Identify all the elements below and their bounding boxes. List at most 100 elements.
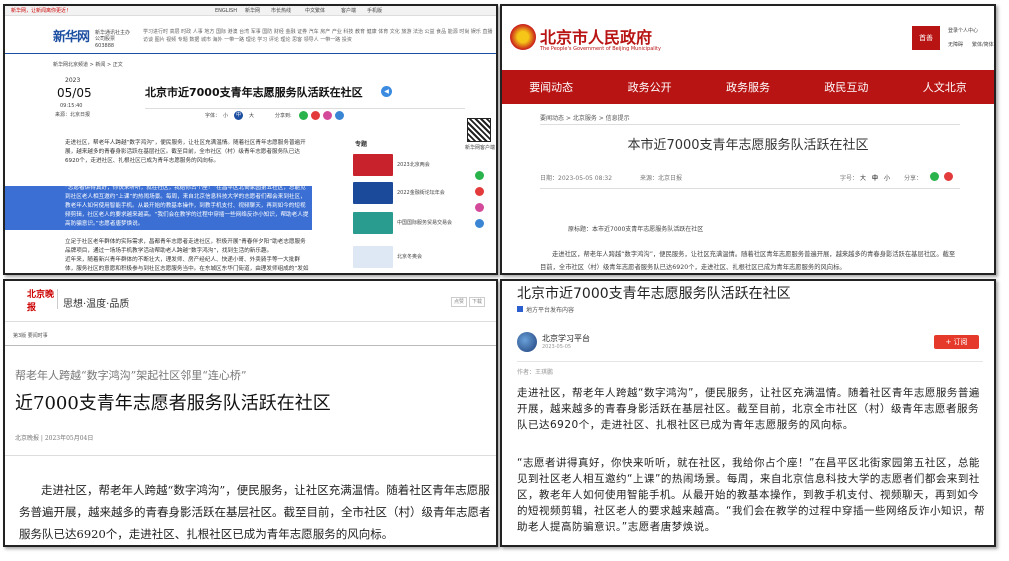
subscribe-button[interactable]: + 订阅 [934, 335, 979, 349]
meta-divider [5, 455, 496, 456]
meta-date: 日期：2023-05-05 08:32 [540, 175, 613, 182]
font-size-medium[interactable]: 中 [234, 111, 243, 120]
article-title: 北京市近7000支青年志愿服务队活跃在社区 [517, 286, 791, 302]
publish-date: 2023-05-05 [542, 344, 572, 350]
editor: 作者：王琪鹏 [517, 369, 554, 376]
top-link-mobile[interactable]: 手机版 [367, 8, 382, 14]
site-en: The People's Government of Beijing Munic… [540, 46, 661, 52]
article-paragraph: 走进社区，帮老年人跨越“数字鸿沟”，便民服务，让社区充满温情。随着社区青年志愿服… [19, 483, 491, 541]
side-thumb-2[interactable] [353, 182, 393, 204]
font-medium[interactable]: 中 [872, 173, 878, 182]
special-topics-label: 专题 [355, 141, 368, 148]
meta-divider [540, 188, 960, 189]
nav-culture[interactable]: 人文北京 [923, 79, 967, 95]
top-link-xinhua[interactable]: 新华网 [245, 8, 260, 14]
breadcrumb[interactable]: 新华网北京频道 > 新闻 > 正文 [53, 62, 123, 68]
side-weibo-icon[interactable] [475, 187, 484, 196]
top-bar: 新华网，让新闻离你更近！ ENGLISH 新华网 市长热线 中文繁体 客户端 手… [5, 6, 496, 16]
qr-code-icon [467, 118, 491, 142]
nav-open[interactable]: 政务公开 [628, 79, 672, 95]
share-label: 分享： [904, 175, 923, 182]
paragraph-2: “志愿者讲得真好，你快来听听，就在社区，我给你占个座！”在昌平区北街家园第五社区… [65, 185, 309, 227]
xuexi-panel: 北京市近7000支青年志愿服务队活跃在社区 地方平台发布内容 北京学习平台 20… [500, 279, 996, 547]
author-divider [517, 361, 983, 362]
font-size-large[interactable]: 大 [249, 113, 254, 119]
gov-nav: 要闻动态 政务公开 政务服务 政民互动 人文北京 [502, 70, 994, 104]
traditional-link[interactable]: 繁体/简体 [972, 42, 994, 48]
top-link-hotline[interactable]: 市长热线 [271, 8, 291, 14]
logo-text: 新华网 [53, 30, 90, 45]
nav-news[interactable]: 要闻动态 [529, 79, 573, 95]
side-wechat-icon[interactable] [475, 171, 484, 180]
subtitle: 帮老年人跨越“数字鸿沟”架起社区邻里“连心桥” [15, 369, 247, 382]
capital-seal-icon: 首善 [912, 26, 940, 50]
font-size-small[interactable]: 小 [223, 113, 228, 119]
divider [540, 124, 960, 125]
login-link[interactable]: 登录个人中心 [948, 28, 978, 34]
share-icon[interactable] [323, 111, 332, 120]
font-size-label: 字体： [205, 113, 221, 119]
weibo-icon[interactable] [944, 172, 953, 181]
share-label: 分享到: [275, 113, 292, 119]
section-label: 第3版 要闻时事 [13, 333, 48, 339]
accessibility-link[interactable]: 无障碍 [948, 42, 963, 48]
font-large[interactable]: 大 [860, 173, 866, 182]
top-link-english[interactable]: ENGLISH [215, 8, 237, 14]
evening-news-panel: 北京晚报 思想·温度·品质 点赞 下载 第3版 要闻时事 帮老年人跨越“数字鸿沟… [3, 279, 498, 547]
speaker-icon[interactable]: ◀ [381, 86, 392, 97]
author-name[interactable]: 北京学习平台 [542, 333, 590, 344]
side-label-1[interactable]: 2023北京两会 [397, 162, 430, 168]
article-title: 近7000支青年志愿者服务队活跃在社区 [15, 393, 331, 414]
nav-interact[interactable]: 政民互动 [824, 79, 868, 95]
wechat-icon[interactable] [930, 172, 939, 181]
paragraph-3: 立足于社区老年群体的实际需求，昌都青年志愿者走进社区，积极开展“青春伴夕阳”助老… [65, 239, 306, 254]
paragraph-1: 走进社区，帮老年人跨越“数字鸿沟”，便民服务，让社区充满温情。随着社区青年志愿服… [65, 140, 306, 164]
paragraph-1: 走进社区，帮老年人跨越“数字鸿沟”，便民服务，让社区充满温情。随着社区青年志愿服… [517, 387, 980, 431]
logo-sub: 新华通讯社主办 公司股票 603888 [95, 30, 131, 49]
slogan: 思想·温度·品质 [63, 299, 130, 310]
header-divider [5, 321, 496, 322]
side-thumb-3[interactable] [353, 212, 393, 234]
date-time: 09:15:40 [60, 103, 83, 109]
top-welcome: 新华网，让新闻离你更近！ [11, 8, 72, 14]
logo-divider [57, 289, 58, 309]
top-link-app[interactable]: 客户端 [341, 8, 356, 14]
national-emblem-icon [510, 24, 536, 50]
qq-icon[interactable] [335, 111, 344, 120]
evening-news-logo[interactable]: 北京晚报 [27, 289, 55, 313]
author-avatar[interactable] [517, 332, 537, 352]
site-name[interactable]: 北京市人民政府 [540, 24, 652, 48]
paragraph-4: 近年来，随着新兴青年群体的不断壮大，理发师、房产经纪人、快递小哥、外卖骑手等一大… [65, 257, 309, 272]
wechat-icon[interactable] [299, 111, 308, 120]
side-share-icon[interactable] [475, 203, 484, 212]
side-thumb-1[interactable] [353, 154, 393, 176]
side-label-3[interactable]: 中国国际服务贸易交易会 [397, 220, 452, 226]
date-year: 2023 [65, 77, 81, 84]
meta: 北京晚报 | 2023年05月04日 [15, 435, 94, 442]
source: 来源：北京日报 [55, 112, 91, 118]
xinhua-logo[interactable]: 新华网 [53, 26, 93, 54]
font-small[interactable]: 小 [884, 173, 890, 182]
nav-service[interactable]: 政务服务 [726, 79, 770, 95]
article-paragraph: 走进社区，帮老年人跨越“数字鸿沟”，便民服务，让社区充满温情。随着社区青年志愿服… [540, 251, 956, 271]
qr-label: 新华网客户端 [465, 145, 496, 151]
article-title: 本市近7000支青年志愿服务队活跃在社区 [627, 138, 869, 153]
font-size-label: 字号： [840, 175, 859, 182]
weibo-icon[interactable] [311, 111, 320, 120]
tag-icon [517, 306, 523, 312]
top-link-traditional[interactable]: 中文繁体 [305, 8, 325, 14]
channel-nav: 学习进行时 高层 时政 人事 地方 国际 港澳 台湾 军事 国防 财经 金融 证… [143, 29, 493, 43]
breadcrumb[interactable]: 要闻动态 > 北京服务 > 信息提示 [540, 113, 630, 122]
download-button[interactable]: 下载 [469, 297, 485, 307]
xinhua-article-panel: 新华网，让新闻离你更近！ ENGLISH 新华网 市长热线 中文繁体 客户端 手… [3, 4, 498, 275]
date-day: 05/05 [57, 86, 92, 100]
side-label-2[interactable]: 2022金融街论坛年会 [397, 190, 445, 196]
source-tag: 地方平台发布内容 [526, 307, 575, 314]
section-divider [5, 345, 496, 346]
original-title: 原标题：本市近7000支青年志愿服务队活跃在社区 [568, 226, 704, 233]
paragraph-2: “志愿者讲得真好，你快来听听，就在社区，我给你占个座！”在昌平区北街家园第五社区… [517, 457, 985, 533]
side-label-4[interactable]: 北京冬奥会 [397, 254, 422, 260]
like-button[interactable]: 点赞 [451, 297, 467, 307]
side-qq-icon[interactable] [475, 219, 484, 228]
side-thumb-4[interactable] [353, 246, 393, 268]
